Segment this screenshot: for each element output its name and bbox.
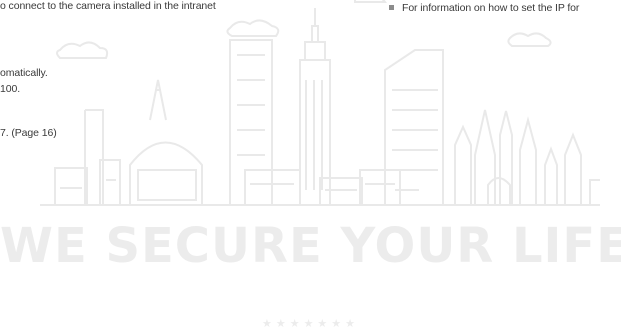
left-text-line: 100.	[0, 83, 21, 95]
watermark-stars: ★★★★★★★	[261, 317, 360, 330]
left-text-line: omatically.	[0, 67, 48, 79]
left-text-line: o connect to the camera installed in the…	[0, 0, 216, 12]
right-bullet-text: For information on how to set the IP for	[402, 2, 580, 14]
left-text-line: 7. (Page 16)	[0, 127, 57, 139]
bullet-icon	[389, 5, 394, 10]
city-skyline-watermark	[40, 0, 600, 206]
right-bullet-item: For information on how to set the IP for	[389, 2, 579, 14]
watermark-tagline: WE SECURE YOUR LIFE	[0, 218, 621, 274]
